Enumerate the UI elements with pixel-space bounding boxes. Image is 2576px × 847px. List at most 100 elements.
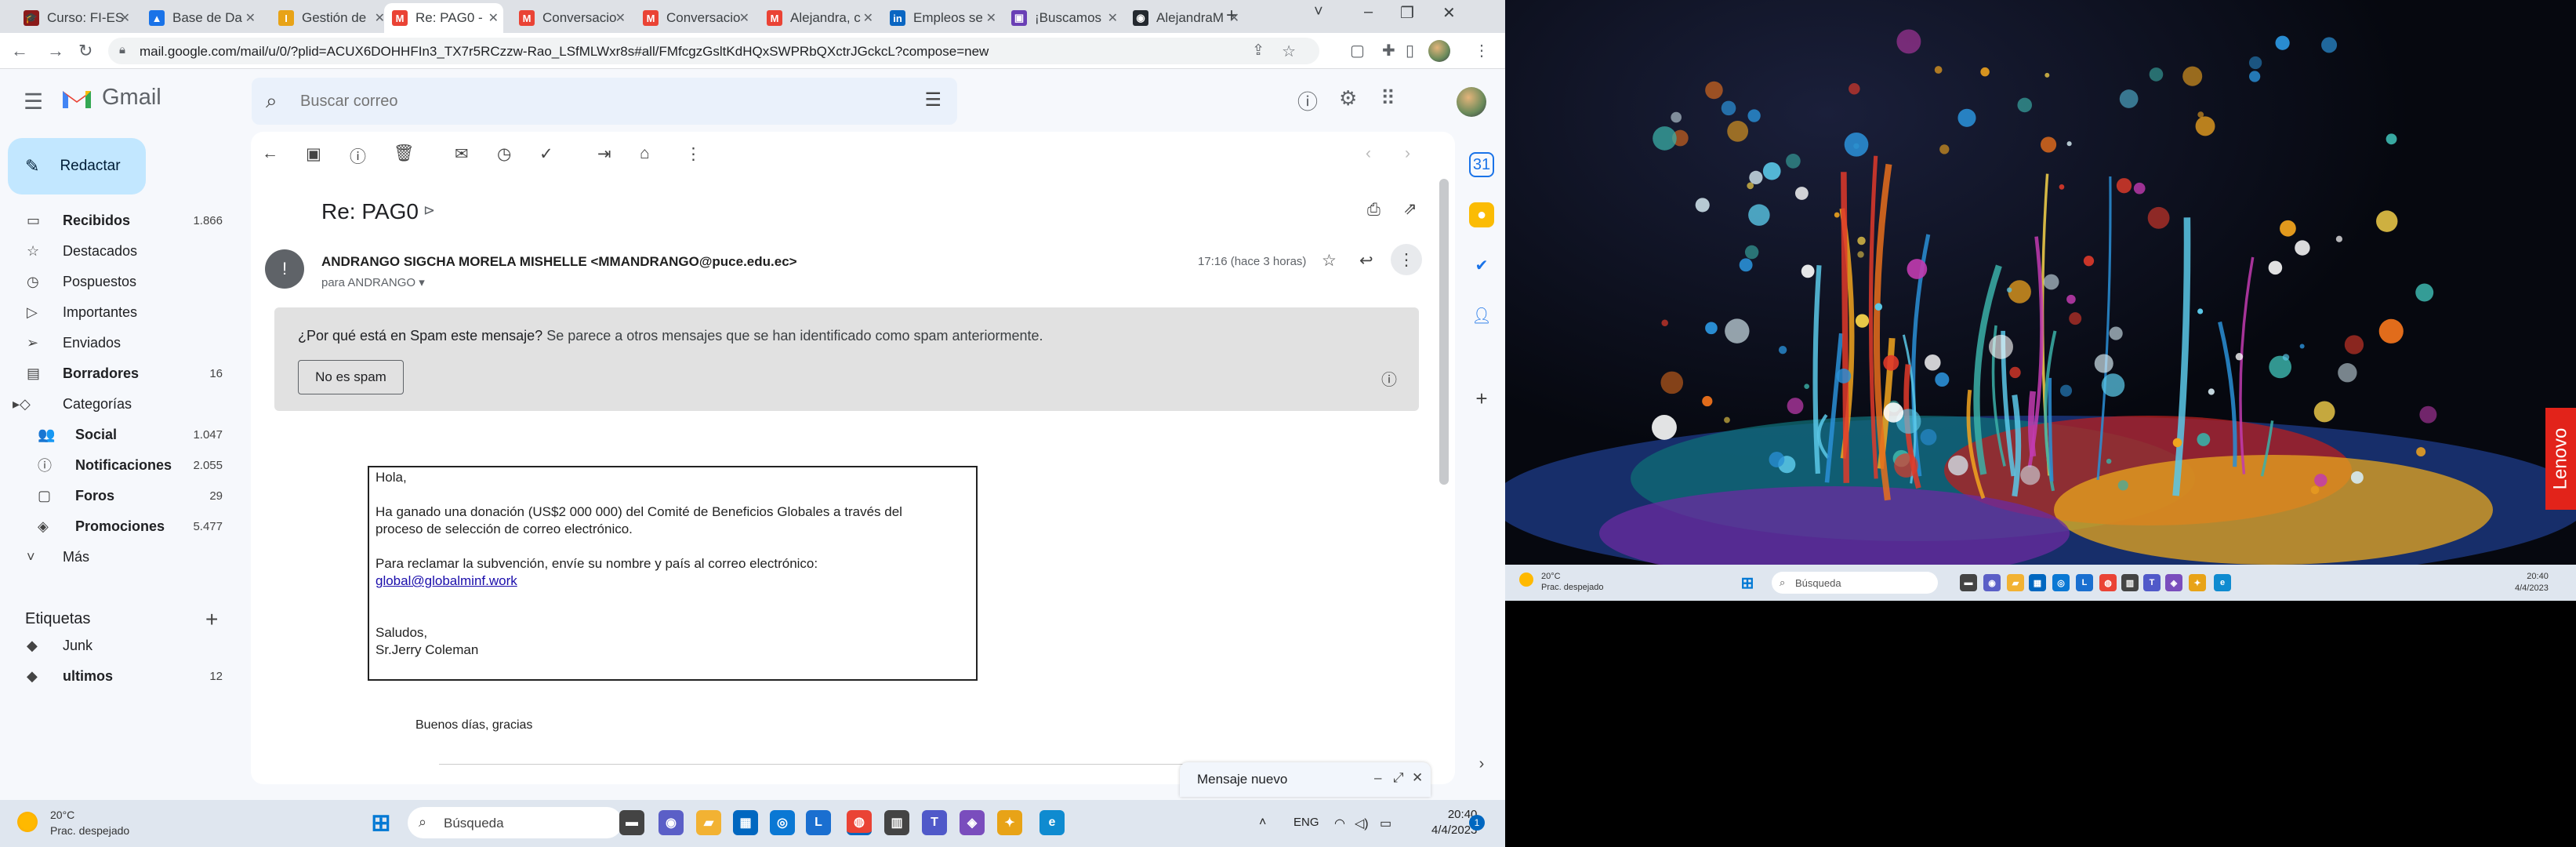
battery-icon[interactable]: ▭	[1380, 816, 1391, 831]
notification-badge[interactable]: 1	[1469, 815, 1485, 831]
folder-icon[interactable]: ▰	[696, 810, 721, 835]
expand-icon[interactable]: ⤢	[1393, 770, 1404, 786]
puzzle-icon[interactable]: ✚	[1382, 41, 1395, 60]
minimize-window-icon[interactable]: –	[1364, 3, 1373, 21]
newer-icon[interactable]: ›	[1405, 144, 1410, 163]
recipient-line[interactable]: para ANDRANGO ▾	[321, 275, 425, 289]
minimize-icon[interactable]: –	[1374, 770, 1381, 786]
info-icon[interactable]: ⓘ	[1381, 367, 1397, 390]
tray-overflow-icon[interactable]: ˄	[1259, 816, 1266, 830]
tab-close-icon[interactable]: ✕	[1108, 10, 1118, 26]
print-icon[interactable]: ⎙	[1367, 201, 1381, 220]
app-star-icon[interactable]: ✦	[997, 810, 1022, 835]
store-icon[interactable]: ▦	[733, 810, 758, 835]
browser-tab[interactable]: 🎓 Curso: FI-ES ✕	[16, 3, 135, 33]
snooze-icon[interactable]: ◷	[497, 144, 511, 164]
browser-tab[interactable]: M Alejandra, c ✕	[759, 3, 878, 33]
browser-tab[interactable]: M Re: PAG0 - ✕	[384, 3, 503, 33]
tab-close-icon[interactable]: ✕	[986, 10, 996, 26]
visual-studio-icon[interactable]: ◈	[2165, 574, 2182, 591]
secondary-clock[interactable]: 20:40 4/4/2023	[2515, 571, 2549, 594]
secondary-weather[interactable]: 20°C Prac. despejado	[1541, 571, 1604, 593]
browser-tab[interactable]: I Gestión de ✕	[270, 3, 390, 33]
reply-icon[interactable]: ↩	[1359, 251, 1373, 271]
help-icon[interactable]: ⓘ	[1297, 86, 1318, 115]
back-to-list-icon[interactable]: ←	[262, 144, 278, 163]
back-icon[interactable]: ←	[11, 41, 28, 61]
extension-icon[interactable]: ▢	[1350, 41, 1365, 60]
label-item[interactable]: ◆ Junk	[0, 631, 235, 660]
main-menu-icon[interactable]: ☰	[24, 89, 43, 115]
mark-unread-icon[interactable]: ✉	[455, 144, 469, 164]
tab-close-icon[interactable]: ✕	[863, 10, 873, 26]
category-item[interactable]: ▢ Foros 29	[0, 481, 235, 511]
secondary-search[interactable]: ⌕ Búsqueda	[1772, 572, 1938, 594]
mail-search-bar[interactable]: ⌕ ☰	[252, 78, 957, 125]
file-explorer-icon[interactable]: ▬	[619, 810, 644, 835]
share-icon[interactable]: ⇪	[1252, 42, 1264, 60]
gmail-brand[interactable]: Gmail	[102, 85, 161, 111]
tab-search-icon[interactable]: ˅	[1314, 3, 1323, 21]
category-item[interactable]: ◈ Promociones 5.477	[0, 511, 235, 541]
browser-tab[interactable]: ▣ ¡Buscamos ✕	[1003, 3, 1123, 33]
tab-close-icon[interactable]: ✕	[488, 10, 499, 26]
more-actions-icon[interactable]: ⋮	[685, 144, 702, 164]
chat-icon[interactable]: ◉	[1983, 574, 2001, 591]
close-icon[interactable]: ✕	[1412, 770, 1423, 786]
windows-start-icon[interactable]: ⊞	[1739, 574, 1756, 592]
app-icon[interactable]: ◎	[770, 810, 795, 835]
app-grid-icon[interactable]: ▥	[2121, 574, 2139, 591]
browser-tab[interactable]: in Empleos se ✕	[882, 3, 1001, 33]
scrollbar[interactable]	[1439, 179, 1449, 485]
account-avatar[interactable]	[1457, 87, 1486, 117]
visual-studio-icon[interactable]: ◈	[960, 810, 985, 835]
folder-icon[interactable]: ▰	[2007, 574, 2024, 591]
address-bar[interactable]: 🔒︎ mail.google.com/mail/u/0/?plid=ACUX6D…	[108, 38, 1319, 64]
more-options-icon[interactable]: ⋮	[1391, 244, 1422, 275]
tab-close-icon[interactable]: ✕	[120, 10, 130, 26]
tab-close-icon[interactable]: ✕	[245, 10, 256, 26]
sidebar-item[interactable]: ➢ Enviados	[0, 328, 235, 358]
chat-icon[interactable]: ◉	[659, 810, 684, 835]
app-grid-icon[interactable]: ▥	[884, 810, 909, 835]
add-task-icon[interactable]: ✓	[539, 144, 553, 164]
compose-button[interactable]: ✎ Redactar	[8, 138, 146, 194]
calendar-icon[interactable]: 31	[1469, 152, 1494, 177]
label-item[interactable]: ◆ ultimos 12	[0, 661, 235, 691]
contacts-icon[interactable]: 👤︎	[1469, 303, 1494, 328]
edge-icon[interactable]: e	[1039, 810, 1065, 835]
teams-icon[interactable]: T	[922, 810, 947, 835]
close-window-icon[interactable]: ✕	[1442, 3, 1456, 23]
hide-panel-icon[interactable]: ›	[1469, 751, 1494, 776]
tab-close-icon[interactable]: ✕	[375, 10, 385, 26]
app-icon[interactable]: ◎	[2052, 574, 2070, 591]
sidebar-item[interactable]: ☆ Destacados	[0, 236, 235, 266]
report-icon[interactable]: ⓘ	[350, 144, 366, 168]
older-icon[interactable]: ‹	[1366, 144, 1371, 163]
sidepanel-icon[interactable]: ▯	[1406, 41, 1414, 60]
move-to-icon[interactable]: ⇥	[597, 144, 611, 164]
bookmark-star-icon[interactable]: ☆	[1282, 42, 1296, 61]
tab-close-icon[interactable]: ✕	[615, 10, 626, 26]
wifi-icon[interactable]: ◠	[1334, 816, 1345, 831]
reload-icon[interactable]: ↻	[78, 41, 93, 61]
apps-grid-icon[interactable]: ⠿	[1381, 86, 1395, 111]
restore-window-icon[interactable]: ❐	[1400, 3, 1414, 23]
browser-tab[interactable]: ▲ Base de Da ✕	[141, 3, 260, 33]
search-input[interactable]	[300, 87, 849, 115]
add-addon-icon[interactable]: +	[1469, 386, 1494, 411]
teams-icon[interactable]: T	[2143, 574, 2161, 591]
delete-icon[interactable]: 🗑︎	[394, 144, 415, 163]
sidebar-item[interactable]: ▭ Recibidos 1.866	[0, 205, 235, 235]
browser-menu-icon[interactable]: ⋮	[1474, 41, 1489, 60]
new-tab-button[interactable]: +	[1226, 5, 1237, 27]
browser-tab[interactable]: M Conversacio ✕	[511, 3, 630, 33]
category-item[interactable]: 👥 Social 1.047	[0, 420, 235, 449]
forward-icon[interactable]: →	[47, 41, 64, 61]
open-new-window-icon[interactable]: ⇗	[1403, 199, 1417, 219]
store-icon[interactable]: ▦	[2029, 574, 2046, 591]
volume-icon[interactable]: ◁)	[1355, 816, 1369, 831]
search-options-icon[interactable]: ☰	[924, 89, 942, 111]
tasks-icon[interactable]: ✔	[1469, 253, 1494, 278]
url-text[interactable]: mail.google.com/mail/u/0/?plid=ACUX6DOHH…	[140, 44, 989, 60]
